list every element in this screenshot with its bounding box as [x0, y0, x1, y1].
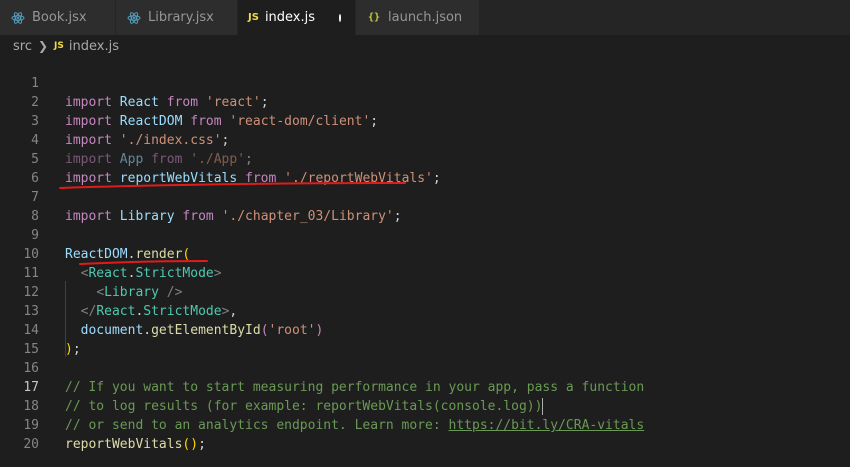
chevron-right-icon: ❯	[37, 39, 49, 53]
tab-label: launch.json	[388, 10, 463, 25]
code-line[interactable]: 11 <Library />	[0, 245, 850, 300]
code-line[interactable]: 18 // or send to an analytics endpoint. …	[0, 378, 850, 433]
line-number: 20	[23, 437, 39, 452]
code-line[interactable]: 4 import App from './App';	[0, 112, 850, 167]
editor-tab-bar: Book.jsx Library.jsx JS index.js {} laun…	[0, 0, 850, 35]
code-line[interactable]: 15	[0, 321, 850, 357]
code-line[interactable]: 12 </React.StrictMode>,	[0, 264, 850, 319]
tab-library-jsx[interactable]: Library.jsx	[116, 0, 238, 35]
code-line[interactable]: 5 import reportWebVitals from './reportW…	[0, 131, 850, 186]
breadcrumb: src ❯ JS index.js	[0, 35, 850, 57]
react-icon	[10, 10, 26, 26]
code-line[interactable]: 8	[0, 188, 850, 224]
json-icon: {}	[367, 12, 381, 23]
tab-index-js[interactable]: JS index.js	[238, 0, 356, 35]
code-line-current[interactable]: 17 // to log results (for example: repor…	[0, 359, 850, 415]
tab-launch-json[interactable]: {} launch.json	[356, 0, 480, 35]
tab-label: Library.jsx	[148, 10, 214, 25]
code-line[interactable]: 6	[0, 150, 850, 186]
code-line[interactable]: 2 import ReactDOM from 'react-dom/client…	[0, 74, 850, 129]
code-line[interactable]: 9 ReactDOM.render(	[0, 207, 850, 262]
code-line[interactable]: 3 import './index.css';	[0, 93, 850, 148]
breadcrumb-folder[interactable]: src	[13, 39, 32, 54]
code-line[interactable]: 14 );	[0, 302, 850, 357]
code-line[interactable]: 16 // If you want to start measuring per…	[0, 340, 850, 395]
tab-book-jsx[interactable]: Book.jsx	[0, 0, 116, 35]
react-icon	[126, 10, 142, 26]
code-line[interactable]: 7 import Library from './chapter_03/Libr…	[0, 169, 850, 224]
code-line[interactable]: 10 <React.StrictMode>	[0, 226, 850, 281]
js-icon: JS	[54, 41, 64, 51]
unsaved-changes-dot[interactable]	[339, 13, 341, 22]
tab-label: index.js	[264, 10, 316, 25]
code-line[interactable]: 13 document.getElementById('root')	[0, 283, 850, 338]
code-line[interactable]: 19 reportWebVitals();	[0, 397, 850, 452]
code-text: reportWebVitals();	[65, 437, 206, 452]
breadcrumb-file[interactable]: index.js	[69, 39, 119, 54]
js-icon: JS	[248, 12, 259, 23]
code-line[interactable]: 1 import React from 'react';	[0, 55, 850, 110]
code-editor[interactable]: 1 import React from 'react'; 2 import Re…	[0, 55, 850, 467]
code-line[interactable]: 20	[0, 416, 850, 452]
tab-label: Book.jsx	[32, 10, 87, 25]
